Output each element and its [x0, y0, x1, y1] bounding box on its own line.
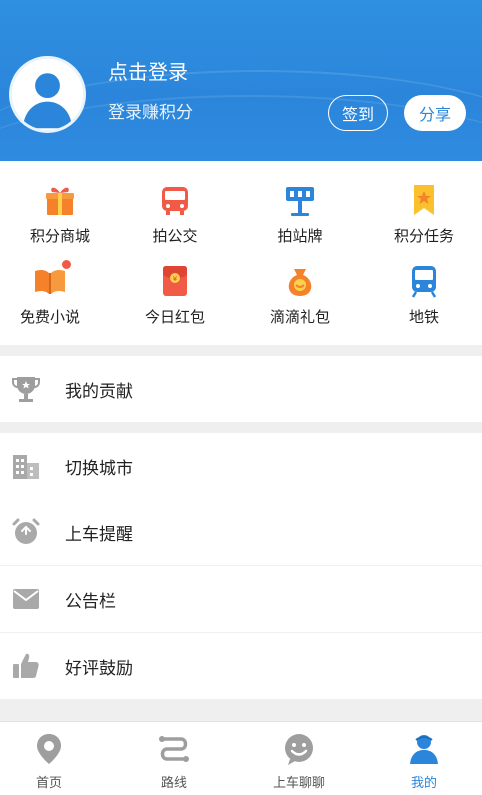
grid-item-label: 拍公交	[152, 227, 198, 245]
bottom-spacer	[0, 699, 482, 721]
avatar[interactable]	[9, 56, 86, 133]
profile-header: 点击登录 登录赚积分 签到 分享	[0, 0, 482, 161]
grid-item-label: 积分商城	[29, 227, 90, 245]
section-divider	[0, 345, 482, 356]
book-icon	[33, 260, 71, 298]
feature-grid: 积分商城 拍公交 拍站牌 积分任务 免费小说 ¥ 今日红包 滴滴礼包 地铁	[0, 161, 482, 345]
menu-item-notice-board[interactable]: 公告栏	[0, 566, 482, 632]
tab-label: 路线	[160, 776, 187, 791]
tab-chat[interactable]: 上车聊聊	[239, 732, 359, 791]
grid-item-label: 今日红包	[144, 308, 205, 326]
location-pin-icon	[32, 732, 66, 766]
trophy-icon	[11, 374, 41, 404]
tab-routes[interactable]: 路线	[114, 732, 234, 791]
menu-item-label: 我的贡献	[65, 381, 133, 402]
grid-item-metro[interactable]: 地铁	[364, 264, 482, 327]
stop-sign-icon	[283, 183, 317, 217]
menu-item-switch-city[interactable]: 切换城市	[0, 433, 482, 499]
grid-item-photo-bus[interactable]: 拍公交	[115, 183, 235, 246]
grid-item-label: 积分任务	[393, 227, 454, 245]
grid-item-didi-gift[interactable]: 滴滴礼包	[240, 264, 360, 327]
menu-item-boarding-alert[interactable]: 上车提醒	[0, 499, 482, 565]
alarm-clock-icon	[11, 517, 41, 547]
chat-face-icon	[282, 732, 316, 766]
section-divider	[0, 422, 482, 433]
tab-label: 首页	[35, 776, 62, 791]
tab-mine[interactable]: 我的	[364, 732, 482, 791]
thumbs-up-icon	[11, 651, 41, 681]
grid-item-points-mall[interactable]: 积分商城	[0, 183, 120, 246]
menu-item-label: 好评鼓励	[65, 658, 133, 679]
route-icon	[157, 732, 191, 766]
menu-item-contribution[interactable]: 我的贡献	[0, 356, 482, 422]
grid-item-label: 滴滴礼包	[269, 308, 330, 326]
menu-item-label: 切换城市	[65, 458, 133, 479]
grid-item-points-task[interactable]: 积分任务	[364, 183, 482, 246]
menu-item-label: 上车提醒	[65, 524, 133, 545]
mail-icon	[11, 584, 41, 614]
bus-icon	[158, 183, 192, 217]
svg-text:¥: ¥	[173, 275, 178, 283]
gift-icon	[43, 183, 77, 217]
login-subtitle[interactable]: 登录赚积分	[108, 98, 193, 123]
bottom-tab-bar: 首页 路线 上车聊聊 我的	[0, 721, 482, 795]
menu-item-label: 公告栏	[65, 591, 116, 612]
grid-item-free-novel[interactable]: 免费小说	[0, 260, 110, 327]
bookmark-star-icon	[407, 183, 441, 217]
tab-label: 上车聊聊	[272, 776, 325, 791]
money-bag-icon	[283, 264, 317, 298]
metro-icon	[407, 264, 441, 298]
tab-home[interactable]: 首页	[0, 732, 109, 791]
grid-item-photo-stop[interactable]: 拍站牌	[240, 183, 360, 246]
share-button[interactable]: 分享	[404, 95, 466, 131]
login-title[interactable]: 点击登录	[108, 56, 188, 85]
grid-item-label: 免费小说	[19, 308, 80, 326]
city-building-icon	[11, 451, 41, 481]
grid-item-label: 地铁	[408, 308, 439, 326]
menu-item-praise[interactable]: 好评鼓励	[0, 633, 482, 699]
default-avatar-icon	[12, 59, 83, 130]
tab-label: 我的	[410, 776, 437, 791]
notification-dot	[62, 260, 71, 269]
profile-icon	[407, 732, 441, 766]
sign-in-button[interactable]: 签到	[328, 95, 388, 131]
grid-item-label: 拍站牌	[277, 227, 323, 245]
red-envelope-icon: ¥	[158, 264, 192, 298]
grid-item-red-envelope[interactable]: ¥ 今日红包	[115, 264, 235, 327]
